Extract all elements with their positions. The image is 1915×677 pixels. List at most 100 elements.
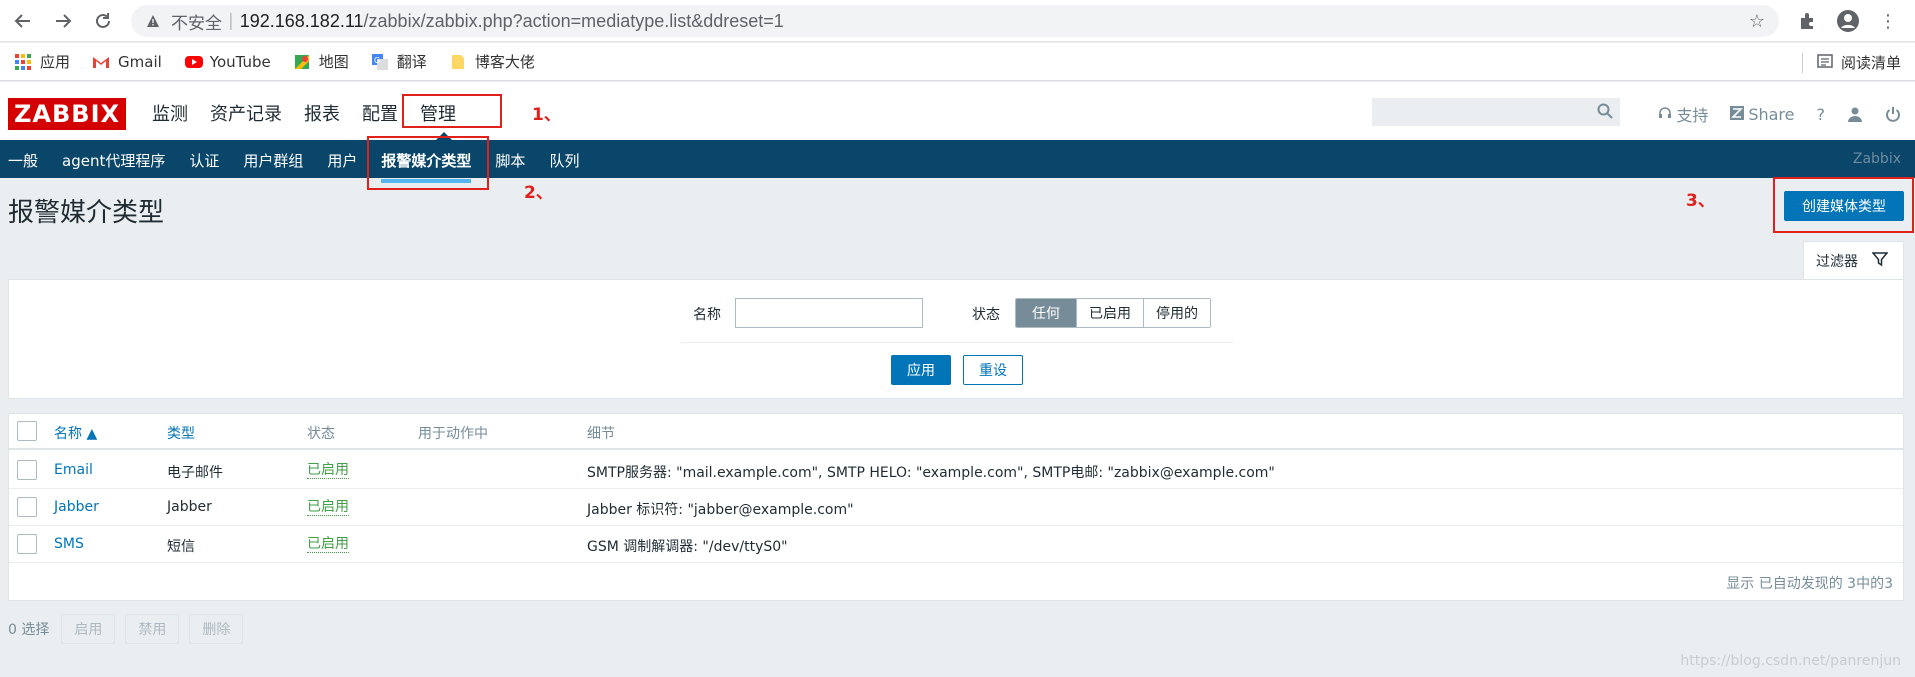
menu-inventory[interactable]: 资产记录 xyxy=(210,100,282,126)
url-path: /zabbix/zabbix.php?action=mediatype.list… xyxy=(363,10,784,31)
bookmark-youtube[interactable]: YouTube xyxy=(184,53,271,71)
forward-arrow-icon[interactable] xyxy=(50,8,76,34)
user-profile-icon[interactable] xyxy=(1847,106,1863,122)
url-host: 192.168.182.11 xyxy=(239,10,364,31)
menu-configuration[interactable]: 配置 xyxy=(362,100,398,126)
annotation-step-3: 3、 xyxy=(1686,191,1715,211)
status-option-enabled[interactable]: 已启用 xyxy=(1076,299,1143,327)
bookmark-folder[interactable]: 博客大佬 xyxy=(449,51,535,72)
support-link[interactable]: 支持 xyxy=(1658,102,1708,126)
server-name: Zabbix xyxy=(1852,151,1901,167)
annotation-step-2: 2、 xyxy=(524,183,553,203)
bookmark-label: 翻译 xyxy=(396,53,427,71)
folder-icon xyxy=(449,53,467,71)
subnav-scripts[interactable]: 脚本 xyxy=(495,150,525,171)
subnav-user-groups[interactable]: 用户群组 xyxy=(243,150,303,171)
mass-delete-button[interactable]: 删除 xyxy=(189,614,244,644)
sign-out-power-icon[interactable] xyxy=(1885,106,1901,122)
subnav-users[interactable]: 用户 xyxy=(327,150,357,171)
row-checkbox[interactable] xyxy=(17,497,37,517)
filter-apply-button[interactable]: 应用 xyxy=(891,355,951,385)
translate-icon: G xyxy=(371,53,389,71)
apps-grid-icon xyxy=(14,53,32,71)
address-bar[interactable]: 不安全 | 192.168.182.11 /zabbix/zabbix.php?… xyxy=(131,5,1779,37)
subnav-proxies[interactable]: agent代理程序 xyxy=(62,150,165,171)
annotation-step-1: 1、 xyxy=(532,105,561,125)
profile-avatar-icon[interactable] xyxy=(1836,9,1860,33)
browser-menu-icon[interactable]: ⋮ xyxy=(1876,9,1900,33)
row-status-toggle[interactable]: 已启用 xyxy=(307,462,349,479)
row-details: SMTP服务器: "mail.example.com", SMTP HELO: … xyxy=(587,465,1275,481)
subnav-authentication[interactable]: 认证 xyxy=(189,150,219,171)
table-row: SMS 短信 已启用 GSM 调制解调器: "/dev/ttyS0" xyxy=(9,526,1903,563)
bookmark-label: 应用 xyxy=(40,53,71,71)
reload-icon[interactable] xyxy=(90,8,116,34)
row-details: Jabber 标识符: "jabber@example.com" xyxy=(587,502,854,518)
bookmarks-bar: 应用 Gmail YouTube 地图 G 翻译 博客大佬 阅读清单 xyxy=(0,43,1915,81)
row-checkbox[interactable] xyxy=(17,460,37,480)
reading-list[interactable]: 阅读清单 xyxy=(1801,52,1901,73)
table-paging-info: 显示 已自动发现的 3中的3 xyxy=(1726,576,1893,592)
back-arrow-icon[interactable] xyxy=(10,8,36,34)
row-name-link[interactable]: Email xyxy=(54,462,93,478)
youtube-icon xyxy=(184,53,203,71)
help-icon[interactable]: ? xyxy=(1817,105,1826,124)
bookmark-label: 博客大佬 xyxy=(474,53,535,71)
annotation-box-create xyxy=(1773,177,1914,233)
subnav-queue[interactable]: 队列 xyxy=(549,150,579,171)
bookmark-apps[interactable]: 应用 xyxy=(14,51,70,72)
filter-tab[interactable]: 过滤器 xyxy=(1803,241,1904,279)
column-status: 状态 xyxy=(307,426,335,442)
row-checkbox[interactable] xyxy=(17,534,37,554)
bookmark-star-icon[interactable]: ☆ xyxy=(1749,11,1765,32)
url-separator: | xyxy=(228,11,234,31)
filter-name-input[interactable] xyxy=(735,298,923,328)
bookmark-gmail[interactable]: Gmail xyxy=(92,53,162,71)
row-type: 电子邮件 xyxy=(167,465,223,481)
header-actions: 支持 Share ? xyxy=(1636,102,1901,126)
bookmark-maps[interactable]: 地图 xyxy=(293,51,349,72)
zabbix-logo[interactable]: ZABBIX xyxy=(8,98,126,130)
annotation-box-media-types xyxy=(367,136,489,190)
subnav-general[interactable]: 一般 xyxy=(8,150,38,171)
svg-text:G: G xyxy=(374,56,380,65)
column-name-sort[interactable]: 名称 ▲ xyxy=(54,423,97,443)
mass-action-bar: 0 选择 启用 禁用 删除 xyxy=(8,614,253,644)
zabbix-header: ZABBIX 监测 资产记录 报表 配置 管理 支持 Share ? xyxy=(0,82,1915,140)
share-link[interactable]: Share xyxy=(1730,105,1795,124)
column-details: 细节 xyxy=(587,426,615,442)
row-name-link[interactable]: Jabber xyxy=(54,499,99,515)
row-name-link[interactable]: SMS xyxy=(54,536,84,552)
filter-divider xyxy=(681,342,1233,343)
browser-toolbar: 不安全 | 192.168.182.11 /zabbix/zabbix.php?… xyxy=(0,0,1915,42)
selected-count: 0 选择 xyxy=(8,622,50,638)
filter-funnel-icon xyxy=(1871,251,1889,271)
global-search-input[interactable] xyxy=(1372,98,1620,126)
extensions-puzzle-icon[interactable] xyxy=(1795,9,1819,33)
mass-enable-button[interactable]: 启用 xyxy=(61,614,116,644)
row-type: Jabber xyxy=(167,499,212,515)
filter-panel: 名称 状态 任何 已启用 停用的 应用 重设 xyxy=(8,279,1904,399)
bookmark-translate[interactable]: G 翻译 xyxy=(371,51,427,72)
status-option-disabled[interactable]: 停用的 xyxy=(1143,299,1210,327)
gmail-icon xyxy=(92,53,110,71)
mass-disable-button[interactable]: 禁用 xyxy=(125,614,180,644)
row-status-toggle[interactable]: 已启用 xyxy=(307,499,349,516)
row-type: 短信 xyxy=(167,539,195,555)
filter-tab-label: 过滤器 xyxy=(1816,253,1858,270)
column-type-sort[interactable]: 类型 xyxy=(167,423,195,443)
bookmark-label: Gmail xyxy=(118,52,162,71)
menu-reports[interactable]: 报表 xyxy=(304,100,340,126)
select-all-checkbox[interactable] xyxy=(17,421,37,441)
search-icon[interactable] xyxy=(1597,103,1613,123)
menu-monitoring[interactable]: 监测 xyxy=(152,100,188,126)
bookmark-label: 地图 xyxy=(318,53,349,71)
filter-status-segmented: 任何 已启用 停用的 xyxy=(1015,298,1211,328)
reading-list-icon xyxy=(1817,53,1833,73)
watermark: https://blog.csdn.net/panrenjun xyxy=(1680,653,1901,669)
filter-reset-button[interactable]: 重设 xyxy=(963,355,1023,385)
support-label: 支持 xyxy=(1676,106,1709,125)
row-status-toggle[interactable]: 已启用 xyxy=(307,536,349,553)
status-option-any[interactable]: 任何 xyxy=(1016,299,1076,327)
column-used-in-actions: 用于动作中 xyxy=(418,426,488,442)
